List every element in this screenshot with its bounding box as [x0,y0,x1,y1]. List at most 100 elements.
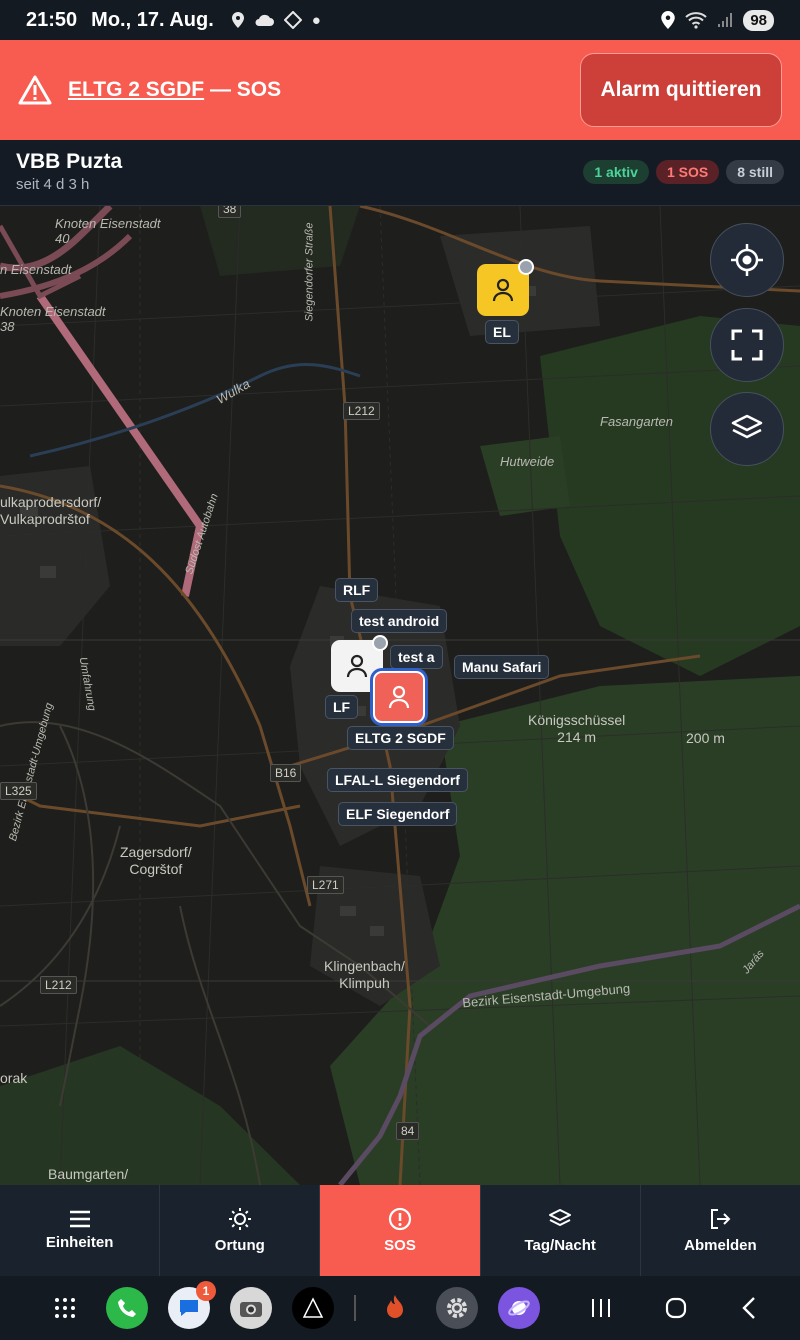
nav-label: SOS [384,1237,416,1254]
layers-icon [731,414,763,439]
still-count-badge[interactable]: 8 still [726,160,784,184]
road-number: B16 [270,764,302,782]
camera-app-icon[interactable] [230,1287,272,1329]
place-label: Hutweide [500,454,555,469]
person-icon [492,278,514,302]
messages-app-icon[interactable]: 1 [168,1281,216,1329]
divider [354,1295,356,1321]
location-icon [231,12,244,28]
place-label: Siegendorfer Straße [303,222,316,322]
unit-label[interactable]: EL [485,320,519,344]
dot-icon: ● [311,11,321,29]
settings-app-icon[interactable] [436,1287,478,1329]
nav-label: Abmelden [684,1237,757,1254]
fire-app-icon[interactable] [374,1287,416,1329]
location-icon [661,11,676,29]
road-number: L325 [0,782,37,800]
unit-label[interactable]: Manu Safari [454,655,550,679]
place-label: 200 m [686,730,725,746]
locate-button[interactable] [710,223,784,297]
nav-abmelden[interactable]: Abmelden [641,1185,800,1276]
system-nav-buttons [590,1296,758,1320]
phone-app-icon[interactable] [106,1287,148,1329]
unit-label[interactable]: LF [325,695,359,719]
signal-icon [718,13,733,27]
bottom-navigation: Einheiten Ortung SOS Tag/Nacht Abmelden [0,1185,800,1276]
nav-sos[interactable]: SOS [320,1185,481,1276]
road-number: L212 [40,976,77,994]
nav-label: Einheiten [45,1234,114,1251]
sun-icon [228,1208,251,1230]
triangle-icon [302,1297,324,1318]
place-label: ulkaprodersdorf/ Vulkaprodrštof [0,494,102,527]
place-label: Knoten Eisenstadt 40 [55,216,161,246]
layers-icon [549,1209,572,1226]
place-label: orak [0,1070,28,1086]
app-icon[interactable] [292,1287,334,1329]
unit-label[interactable]: ELTG 2 SGDF [347,726,454,750]
nav-einheiten[interactable]: Einheiten [0,1185,161,1276]
road-number: L212 [343,402,380,420]
sos-count-badge[interactable]: 1 SOS [655,160,720,184]
status-pills: 1 aktiv 1 SOS 8 still [583,160,784,184]
place-label: Zagersdorf/ Cogrštof [120,844,192,877]
map-layers-button[interactable] [710,392,784,466]
home-icon[interactable] [664,1296,688,1320]
fullscreen-icon [731,329,763,361]
app-drawer-button[interactable] [44,1287,86,1329]
acknowledge-alarm-button[interactable]: Alarm quittieren [580,53,782,127]
app-grid-icon [55,1298,75,1318]
unit-label[interactable]: test android [351,609,448,633]
place-label: Fasangarten [600,414,673,429]
fullscreen-button[interactable] [710,308,784,382]
alarm-type: — SOS [204,78,282,101]
locate-icon [731,244,763,276]
diamond-icon [283,11,302,29]
person-icon [388,685,410,709]
browser-app-icon[interactable] [498,1287,540,1329]
wifi-icon [685,12,707,29]
gear-icon [447,1298,467,1318]
camera-icon [240,1302,262,1317]
recents-icon[interactable] [590,1297,612,1319]
menu-icon [69,1210,90,1228]
map-view[interactable]: Knoten Eisenstadt 40 n Eisenstadt Knoten… [0,206,800,1185]
nav-ortung[interactable]: Ortung [160,1185,321,1276]
logout-icon [711,1209,731,1229]
sos-alarm-banner: ELTG 2 SGDF — SOS Alarm quittieren [0,40,800,140]
android-navigation-bar: 1 [0,1276,800,1340]
road-number: L271 [307,876,344,894]
notification-icons: ● [231,11,321,29]
status-dot [372,635,388,651]
unit-label[interactable]: LFAL-L Siegendorf [327,768,468,792]
notification-badge: 1 [196,1281,216,1301]
nav-tag-nacht[interactable]: Tag/Nacht [481,1185,641,1276]
active-count-badge[interactable]: 1 aktiv [583,160,649,184]
unit-marker-el[interactable] [477,259,534,316]
unit-label[interactable]: test a [390,645,443,669]
flame-icon [387,1295,403,1318]
nav-label: Tag/Nacht [524,1237,596,1254]
chat-icon [180,1300,198,1316]
unit-label[interactable]: ELF Siegendorf [338,802,458,826]
status-dot [518,259,534,275]
battery-indicator: 98 [743,9,774,31]
place-label: Knoten Eisenstadt 38 [0,304,106,334]
status-date: Mo., 17. Aug. [91,8,214,31]
alert-icon [388,1207,412,1231]
place-label: Baumgarten/ [48,1166,129,1182]
status-time: 21:50 [26,8,78,31]
phone-icon [118,1299,136,1317]
back-icon[interactable] [740,1296,758,1320]
system-icons: 98 [661,9,774,31]
group-header: VBB Puzta seit 4 d 3 h 1 aktiv 1 SOS 8 s… [0,140,800,206]
unit-marker-sos[interactable] [373,671,425,723]
nav-label: Ortung [214,1237,265,1254]
warning-icon [18,75,52,105]
place-label: n Eisenstadt [0,262,72,277]
alarm-unit-link[interactable]: ELTG 2 SGDF [68,78,204,101]
place-label: Klingenbach/ Klimpuh [324,958,405,991]
place-label: Königsschüssel 214 m [528,712,626,745]
person-icon [346,654,368,678]
unit-label[interactable]: RLF [335,578,379,602]
